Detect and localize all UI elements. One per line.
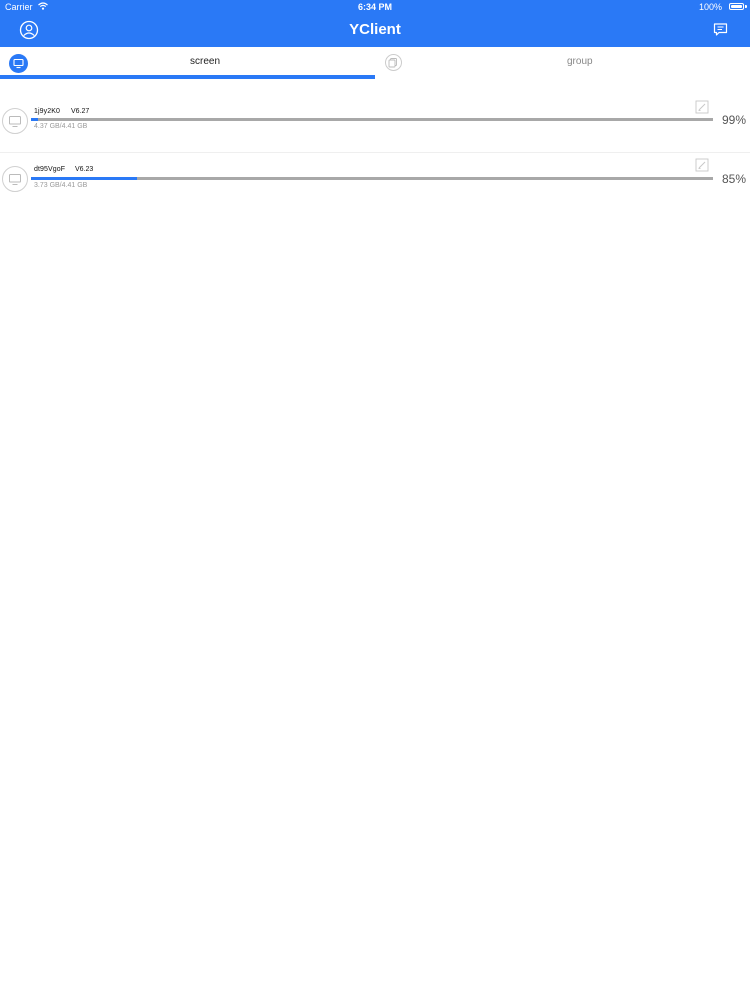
storage-bar [31,118,713,121]
device-version: V6.27 [71,108,90,115]
monitor-icon [9,54,28,73]
list-item[interactable]: dt95VgoF V6.23 3.73 GB/4.41 GB 85% [0,153,750,211]
message-icon[interactable] [713,22,728,37]
status-time: 6:34 PM [357,2,392,12]
battery-tip [745,5,747,8]
storage-bar-fill [31,118,38,121]
tab-group[interactable]: group [375,47,750,79]
monitor-icon [2,108,28,134]
storage-label: 3.73 GB/4.41 GB [34,182,88,189]
device-name: 1j9y2K0 [34,108,60,115]
active-tab-indicator [0,75,375,79]
device-name: dt95VgoF [34,166,66,173]
edit-icon[interactable] [695,158,709,172]
edit-icon[interactable] [695,100,709,114]
monitor-icon [2,166,28,192]
copy-icon [385,54,402,71]
page-title: YClient [349,21,401,38]
storage-bar [31,177,713,180]
usage-percent: 99% [721,113,746,127]
usage-percent: 85% [721,172,746,186]
app-header: Carrier 6:34 PM 100% YClient [0,0,750,47]
storage-label: 4.37 GB/4.41 GB [34,123,88,130]
storage-bar-fill [31,177,137,180]
battery-icon [729,3,744,10]
list-item[interactable]: 1j9y2K0 V6.27 4.37 GB/4.41 GB 99% [0,95,750,153]
status-bar: Carrier 6:34 PM 100% [0,0,750,14]
battery-percent: 100% [698,2,722,12]
tab-screen-label: screen [190,56,221,67]
device-version: V6.23 [75,166,94,173]
tab-group-label: group [567,56,593,67]
tab-bar: screen group [0,47,750,79]
